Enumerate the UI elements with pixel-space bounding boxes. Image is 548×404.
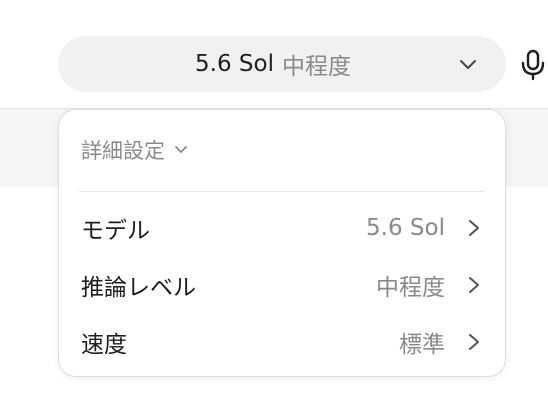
selector-reasoning-level: 中程度 <box>281 54 351 80</box>
settings-dropdown-panel: 詳細設定 モデル 5.6 Sol 推論レベル 中程度 速度 標準 <box>58 109 506 377</box>
row-value: 標準 <box>399 332 445 358</box>
menu-row-speed[interactable]: 速度 標準 <box>81 320 481 364</box>
selector-model-name: 5.6 Sol <box>195 51 274 77</box>
chevron-down-icon <box>460 60 476 69</box>
model-selector-button[interactable]: 5.6 Sol 中程度 <box>58 36 506 92</box>
row-label: 推論レベル <box>81 275 196 301</box>
row-value: 中程度 <box>376 275 445 301</box>
microphone-icon[interactable] <box>518 44 548 84</box>
chevron-down-icon <box>175 146 187 153</box>
advanced-settings-toggle[interactable]: 詳細設定 <box>81 132 189 168</box>
row-label: 速度 <box>81 332 127 358</box>
chevron-right-icon <box>469 277 479 293</box>
model-selector-label: 5.6 Sol 中程度 <box>58 36 506 92</box>
menu-row-reasoning-level[interactable]: 推論レベル 中程度 <box>81 263 481 307</box>
chevron-right-icon <box>469 220 479 236</box>
advanced-settings-label: 詳細設定 <box>81 139 165 163</box>
row-value: 5.6 Sol <box>366 215 445 241</box>
divider <box>79 191 485 192</box>
menu-row-model[interactable]: モデル 5.6 Sol <box>81 206 481 250</box>
row-label: モデル <box>81 218 150 244</box>
chevron-right-icon <box>469 334 479 350</box>
